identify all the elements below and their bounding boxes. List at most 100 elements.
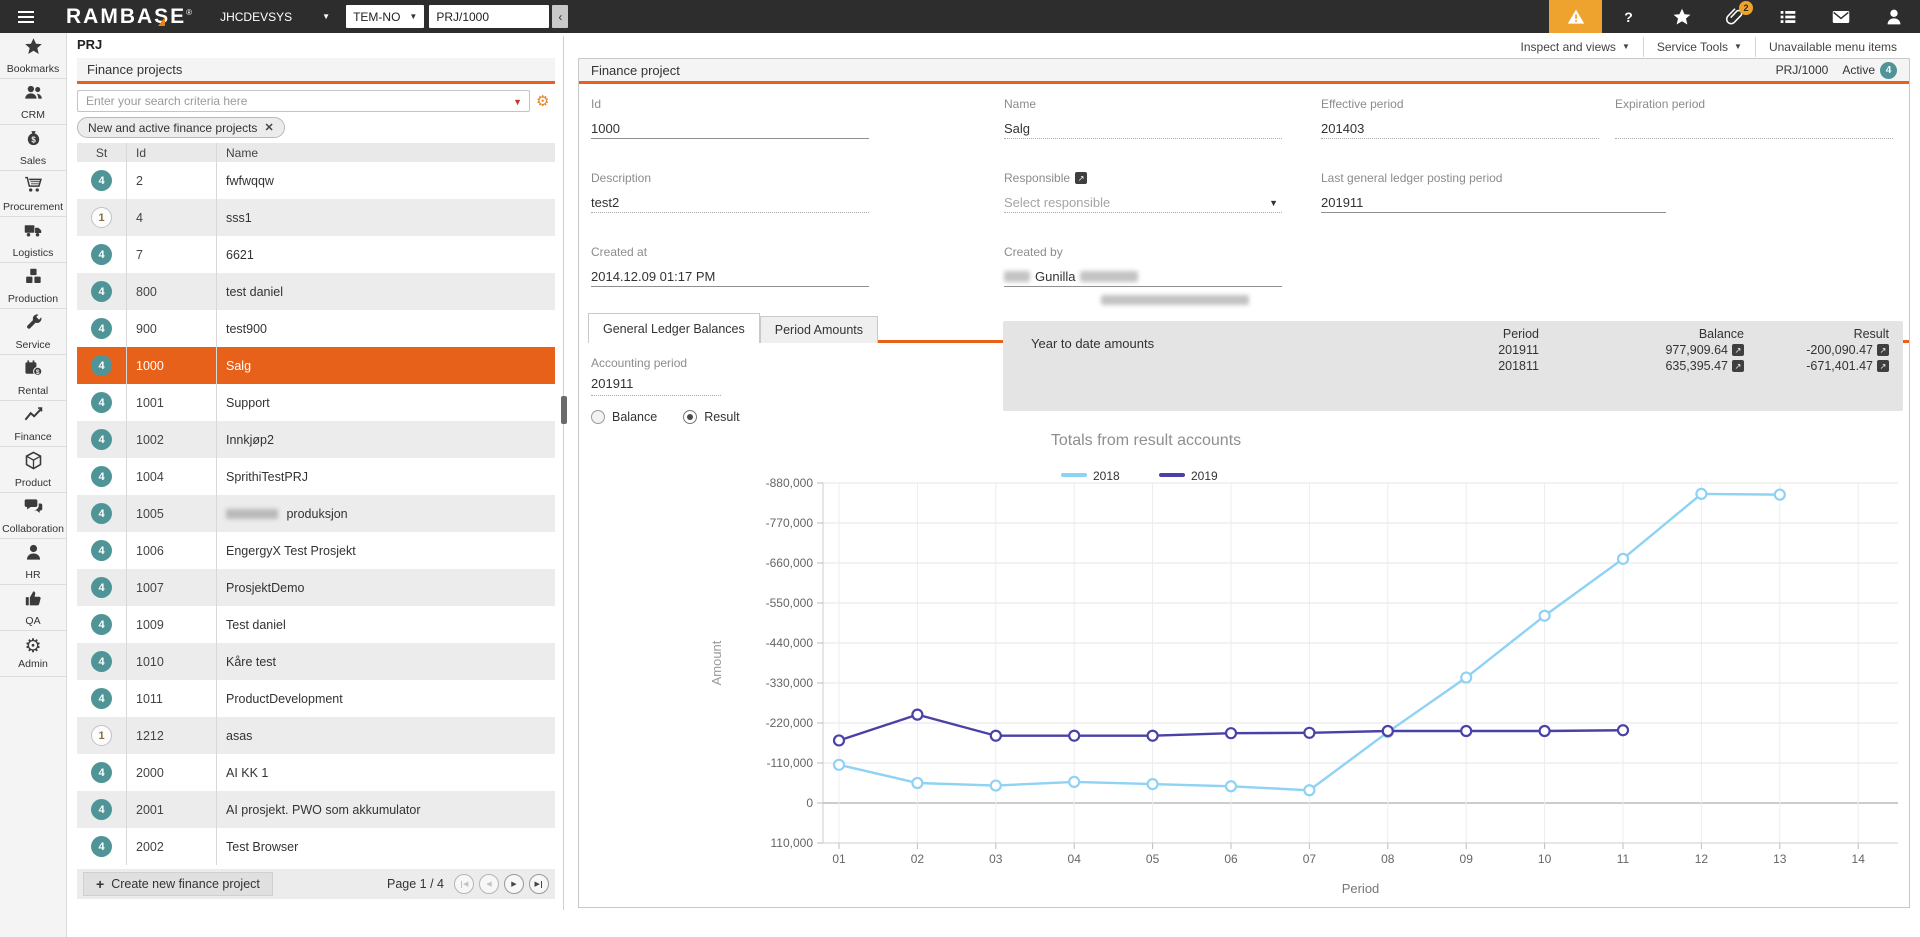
column-header-id[interactable]: Id xyxy=(127,143,217,162)
field-value[interactable]: Gunilla xyxy=(1004,267,1282,287)
chart-point-2018[interactable] xyxy=(1303,784,1316,797)
chart-point-2019[interactable] xyxy=(1146,729,1159,742)
chart-point-2018[interactable] xyxy=(1068,775,1081,789)
chart-point-2018[interactable] xyxy=(1538,609,1551,622)
field-value[interactable]: Salg xyxy=(1004,119,1282,139)
sidebar-item-collaboration[interactable]: Collaboration xyxy=(0,493,66,539)
field-value[interactable]: 2014.12.09 01:17 PM xyxy=(591,267,869,287)
table-row[interactable]: 4 900 test900 xyxy=(77,310,555,347)
field-value[interactable]: 1000 xyxy=(591,119,869,139)
chart-point-2019[interactable] xyxy=(989,729,1002,742)
table-row[interactable]: 4 1000 Salg xyxy=(77,347,555,384)
menu-inspect-and-views[interactable]: Inspect and views ▼ xyxy=(1508,36,1643,57)
chevron-down-icon[interactable]: ▼ xyxy=(1269,198,1282,208)
sidebar-item-rental[interactable]: $ Rental xyxy=(0,355,66,401)
sidebar-item-logistics[interactable]: Logistics xyxy=(0,217,66,263)
table-row[interactable]: 4 1004 SprithiTestPRJ xyxy=(77,458,555,495)
search-settings-gear-icon[interactable]: ⚙ xyxy=(536,94,549,109)
target-input[interactable] xyxy=(429,5,550,28)
environment-selector[interactable]: JHCDEVSYS ▼ xyxy=(220,10,338,24)
sidebar-item-hr[interactable]: HR xyxy=(0,539,66,585)
table-row[interactable]: 1 4 sss1 xyxy=(77,199,555,236)
table-row[interactable]: 4 2002 Test Browser xyxy=(77,828,555,865)
attachments-paperclip-icon[interactable]: 2 xyxy=(1708,0,1761,33)
alert-icon[interactable] xyxy=(1549,0,1602,33)
legend-label-2018[interactable]: 2018 xyxy=(1093,469,1120,483)
user-icon[interactable] xyxy=(1867,0,1920,33)
table-row[interactable]: 4 1001 Support xyxy=(77,384,555,421)
back-button[interactable]: ‹ xyxy=(552,5,569,28)
open-link-icon[interactable]: ↗ xyxy=(1877,360,1889,372)
legend-label-2019[interactable]: 2019 xyxy=(1191,469,1218,483)
menu-unavailable-menu-items[interactable]: Unavailable menu items xyxy=(1756,36,1910,57)
help-icon[interactable]: ? xyxy=(1602,0,1655,33)
accounting-period-value[interactable]: 201911 xyxy=(591,376,721,396)
table-row[interactable]: 1 1212 asas xyxy=(77,717,555,754)
chart-point-2019[interactable] xyxy=(1224,727,1238,740)
field-value[interactable]: Select responsible ▼ xyxy=(1004,193,1282,213)
task-list-icon[interactable] xyxy=(1761,0,1814,33)
column-header-st[interactable]: St xyxy=(77,143,127,162)
menu-service-tools[interactable]: Service Tools ▼ xyxy=(1644,36,1755,57)
legend-swatch-2019[interactable] xyxy=(1159,473,1185,477)
tab-general-ledger-balances[interactable]: General Ledger Balances xyxy=(588,313,760,343)
sidebar-item-product[interactable]: Product xyxy=(0,447,66,493)
filter-chip[interactable]: New and active finance projects ✕ xyxy=(77,117,285,138)
sidebar-item-sales[interactable]: $ Sales xyxy=(0,125,66,171)
search-dropdown-icon[interactable]: ▼ xyxy=(513,97,522,107)
chart-point-2018[interactable] xyxy=(1695,487,1708,501)
chart-point-2018[interactable] xyxy=(1773,488,1786,501)
create-finance-project-button[interactable]: + Create new finance project xyxy=(83,872,273,896)
sidebar-item-bookmarks[interactable]: Bookmarks xyxy=(0,33,66,79)
locale-selector[interactable]: TEM-NO ▼ xyxy=(346,5,425,28)
field-value[interactable]: 201403 xyxy=(1321,119,1599,139)
table-row[interactable]: 4 1006 EngergyX Test Prosjekt xyxy=(77,532,555,569)
column-header-name[interactable]: Name xyxy=(217,143,555,162)
sidebar-item-service[interactable]: Service xyxy=(0,309,66,355)
open-link-icon[interactable]: ↗ xyxy=(1877,344,1889,356)
chart-point-2018[interactable] xyxy=(989,779,1002,792)
field-value[interactable]: 201911 xyxy=(1321,193,1666,213)
remove-filter-icon[interactable]: ✕ xyxy=(264,121,273,134)
table-row[interactable]: 4 2 fwfwqqw xyxy=(77,162,555,199)
table-row[interactable]: 4 7 6621 xyxy=(77,236,555,273)
table-row[interactable]: 4 800 test daniel xyxy=(77,273,555,310)
chart-point-2019[interactable] xyxy=(1381,724,1394,738)
rambase-logo[interactable]: RAMBASE® xyxy=(66,5,194,29)
sidebar-item-production[interactable]: Production xyxy=(0,263,66,309)
table-row[interactable]: 4 1007 ProsjektDemo xyxy=(77,569,555,606)
chart-point-2018[interactable] xyxy=(1224,780,1238,793)
sidebar-item-procurement[interactable]: Procurement xyxy=(0,171,66,217)
field-value[interactable]: test2 xyxy=(591,193,869,213)
chart-point-2018[interactable] xyxy=(832,758,846,771)
chart-point-2018[interactable] xyxy=(1146,777,1159,791)
legend-swatch-2018[interactable] xyxy=(1061,473,1087,477)
chart-point-2018[interactable] xyxy=(1460,671,1473,684)
chart-point-2018[interactable] xyxy=(911,776,924,790)
sidebar-item-qa[interactable]: QA xyxy=(0,585,66,631)
search-input[interactable] xyxy=(77,90,530,112)
open-link-icon[interactable]: ↗ xyxy=(1732,344,1744,356)
table-row[interactable]: 4 1009 Test daniel xyxy=(77,606,555,643)
table-row[interactable]: 4 1002 Innkjøp2 xyxy=(77,421,555,458)
last-page-button[interactable]: ▶ xyxy=(529,874,549,894)
chart-point-2019[interactable] xyxy=(1303,726,1316,739)
chart-point-2018[interactable] xyxy=(1616,552,1630,565)
open-link-icon[interactable]: ↗ xyxy=(1732,360,1744,372)
chart-point-2019[interactable] xyxy=(1068,729,1081,742)
table-row[interactable]: 4 2000 AI KK 1 xyxy=(77,754,555,791)
table-row[interactable]: 4 2001 AI prosjekt. PWO som akkumulator xyxy=(77,791,555,828)
tab-period-amounts[interactable]: Period Amounts xyxy=(759,316,879,343)
table-row[interactable]: 4 1005 produksjon xyxy=(77,495,555,532)
chart-point-2019[interactable] xyxy=(1460,724,1473,738)
table-row[interactable]: 4 1011 ProductDevelopment xyxy=(77,680,555,717)
mail-icon[interactable] xyxy=(1814,0,1867,33)
chart-point-2019[interactable] xyxy=(1616,724,1630,737)
chart-point-2019[interactable] xyxy=(1538,724,1551,738)
sidebar-item-finance[interactable]: Finance xyxy=(0,401,66,447)
table-row[interactable]: 4 1010 Kåre test xyxy=(77,643,555,680)
sidebar-item-crm[interactable]: CRM xyxy=(0,79,66,125)
panel-splitter-handle[interactable] xyxy=(561,396,567,424)
next-page-button[interactable]: ▶ xyxy=(504,874,524,894)
chart-point-2019[interactable] xyxy=(911,708,924,721)
